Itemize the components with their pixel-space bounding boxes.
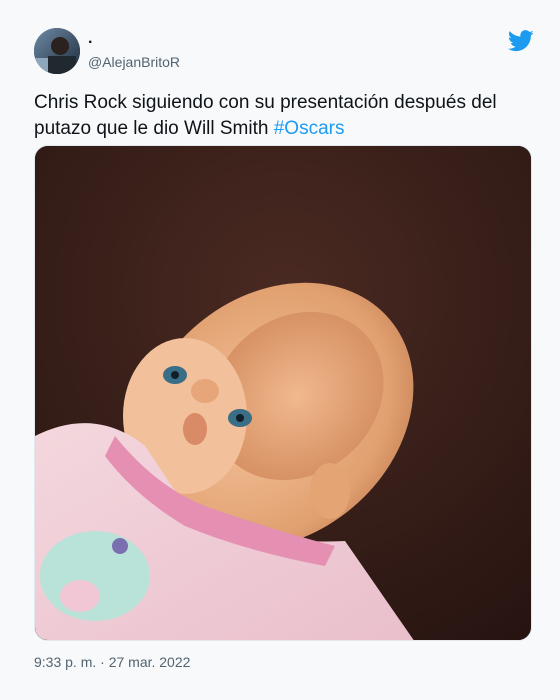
tweet-text: Chris Rock siguiendo con su presentación… bbox=[34, 90, 524, 142]
tweet-timestamp[interactable]: 9:33 p. m. · 27 mar. 2022 bbox=[34, 654, 190, 670]
twitter-bird-glyph bbox=[507, 30, 534, 52]
avatar-image bbox=[34, 28, 80, 74]
user-handle[interactable]: @AlejanBritoR bbox=[88, 54, 180, 70]
doll-photo bbox=[35, 146, 531, 640]
avatar[interactable] bbox=[34, 28, 80, 74]
tweet-card: . @AlejanBritoR Chris Rock siguiendo con… bbox=[0, 0, 560, 700]
tweet-media-photo[interactable] bbox=[34, 145, 532, 641]
tweet-body: Chris Rock siguiendo con su presentación… bbox=[34, 92, 497, 139]
display-name[interactable]: . bbox=[88, 30, 92, 48]
twitter-bird-icon[interactable] bbox=[507, 30, 534, 52]
hashtag-link[interactable]: #Oscars bbox=[274, 118, 345, 139]
